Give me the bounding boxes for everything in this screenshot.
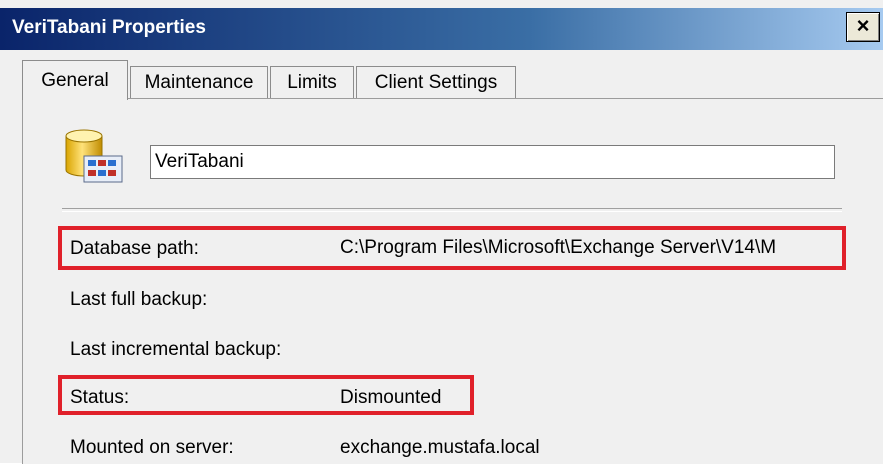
tab-limits-label: Limits [287, 72, 337, 93]
title-bar[interactable]: VeriTabani Properties × [0, 8, 883, 50]
mounted-on-server-value: exchange.mustafa.local [340, 437, 540, 458]
highlight-database-path [58, 226, 846, 270]
tab-general-label: General [41, 70, 109, 91]
window-title: VeriTabani Properties [12, 17, 206, 38]
properties-dialog: VeriTabani Properties × General Maintena… [0, 0, 883, 464]
tab-maintenance[interactable]: Maintenance [130, 66, 268, 98]
tab-client-settings[interactable]: Client Settings [356, 66, 516, 98]
close-button[interactable]: × [846, 12, 880, 42]
last-full-backup-label: Last full backup: [70, 289, 208, 310]
tab-limits[interactable]: Limits [270, 66, 354, 98]
highlight-status [58, 375, 474, 415]
last-incremental-backup-label: Last incremental backup: [70, 339, 282, 360]
database-name-field[interactable] [150, 145, 835, 179]
tab-maintenance-label: Maintenance [144, 72, 254, 93]
close-icon: × [856, 13, 870, 38]
mounted-on-server-label: Mounted on server: [70, 437, 234, 458]
tab-client-settings-label: Client Settings [374, 72, 498, 93]
database-mailbox-icon [65, 129, 123, 183]
tab-general[interactable]: General [22, 60, 128, 100]
separator [62, 208, 842, 212]
